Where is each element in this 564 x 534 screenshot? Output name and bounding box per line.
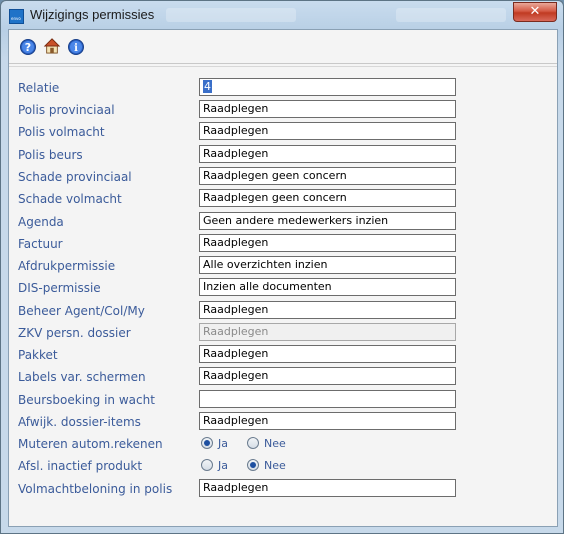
pakket-field[interactable]: Raadplegen: [199, 345, 456, 363]
radio-selected-dot: [250, 462, 256, 468]
svg-text:?: ?: [25, 41, 31, 54]
beursboeking-in-wacht-field[interactable]: [199, 390, 456, 408]
label-beheer-agent: Beheer Agent/Col/My: [18, 304, 145, 318]
schade-provinciaal-field[interactable]: Raadplegen geen concern: [199, 167, 456, 185]
label-labels-var-schermen: Labels var. schermen: [18, 370, 146, 384]
label-afsl-inactief-produkt: Afsl. inactief produkt: [18, 459, 143, 473]
beheer-agent-field[interactable]: Raadplegen: [199, 301, 456, 319]
polis-provinciaal-field[interactable]: Raadplegen: [199, 100, 456, 118]
relatie-field[interactable]: 4: [199, 78, 456, 96]
help-icon[interactable]: ?: [20, 39, 36, 55]
label-beursboeking-in-wacht: Beursboeking in wacht: [18, 393, 155, 407]
relatie-value: 4: [203, 80, 212, 93]
label-dis-permissie: DIS-permissie: [18, 281, 101, 295]
factuur-field[interactable]: Raadplegen: [199, 234, 456, 252]
muteren-ja-radio[interactable]: [201, 437, 213, 449]
afsl-ja-radio[interactable]: [201, 459, 213, 471]
volmachtbeloning-in-polis-field[interactable]: Raadplegen: [199, 479, 456, 497]
label-polis-provinciaal: Polis provinciaal: [18, 103, 115, 117]
dialog-body: ? i Relatie 4 Polis provinciaal Raadpleg…: [8, 29, 558, 527]
toolbar: ? i: [9, 30, 557, 64]
afdrukpermissie-field[interactable]: Alle overzichten inzien: [199, 256, 456, 274]
radio-selected-dot: [204, 440, 210, 446]
titlebar-glass-highlight: [166, 8, 296, 22]
label-schade-volmacht: Schade volmacht: [18, 192, 122, 206]
muteren-ja-label[interactable]: Ja: [218, 437, 228, 450]
label-afdrukpermissie: Afdrukpermissie: [18, 259, 116, 273]
muteren-nee-label[interactable]: Nee: [264, 437, 286, 450]
polis-volmacht-field[interactable]: Raadplegen: [199, 122, 456, 140]
label-factuur: Factuur: [18, 237, 63, 251]
muteren-nee-radio[interactable]: [247, 437, 259, 449]
label-polis-beurs: Polis beurs: [18, 148, 83, 162]
label-relatie: Relatie: [18, 81, 60, 95]
close-button[interactable]: ✕: [513, 2, 557, 22]
window-title: Wijzigings permissies: [30, 7, 155, 22]
home-icon[interactable]: [43, 38, 61, 54]
labels-var-schermen-field[interactable]: Raadplegen: [199, 367, 456, 385]
label-polis-volmacht: Polis volmacht: [18, 125, 105, 139]
app-icon: envo: [9, 9, 24, 24]
afsl-nee-label[interactable]: Nee: [264, 459, 286, 472]
label-afwijk-dossier-items: Afwijk. dossier-items: [18, 415, 141, 429]
app-icon-text: envo: [11, 16, 21, 21]
titlebar-glass-highlight-2: [396, 8, 506, 22]
dis-permissie-field[interactable]: Inzien alle documenten: [199, 278, 456, 296]
afsl-nee-radio[interactable]: [247, 459, 259, 471]
label-volmachtbeloning-in-polis: Volmachtbeloning in polis: [18, 482, 173, 496]
label-agenda: Agenda: [18, 215, 64, 229]
agenda-field[interactable]: Geen andere medewerkers inzien: [199, 212, 456, 230]
afwijk-dossier-items-field[interactable]: Raadplegen: [199, 412, 456, 430]
zkv-persn-dossier-field: Raadplegen: [199, 323, 456, 341]
info-icon[interactable]: i: [68, 39, 84, 55]
dialog-window: envo Wijzigings permissies ✕ ? i Relatie…: [0, 0, 564, 534]
schade-volmacht-field[interactable]: Raadplegen geen concern: [199, 189, 456, 207]
label-schade-provinciaal: Schade provinciaal: [18, 170, 132, 184]
svg-text:i: i: [74, 43, 78, 54]
label-pakket: Pakket: [18, 348, 58, 362]
permissions-form: Relatie 4 Polis provinciaal Raadplegen P…: [9, 66, 557, 527]
title-bar[interactable]: envo Wijzigings permissies ✕: [1, 1, 563, 29]
label-muteren-autom-rekenen: Muteren autom.rekenen: [18, 437, 163, 451]
afsl-ja-label[interactable]: Ja: [218, 459, 228, 472]
label-zkv-persn-dossier: ZKV persn. dossier: [18, 326, 131, 340]
polis-beurs-field[interactable]: Raadplegen: [199, 145, 456, 163]
close-icon: ✕: [529, 4, 541, 19]
